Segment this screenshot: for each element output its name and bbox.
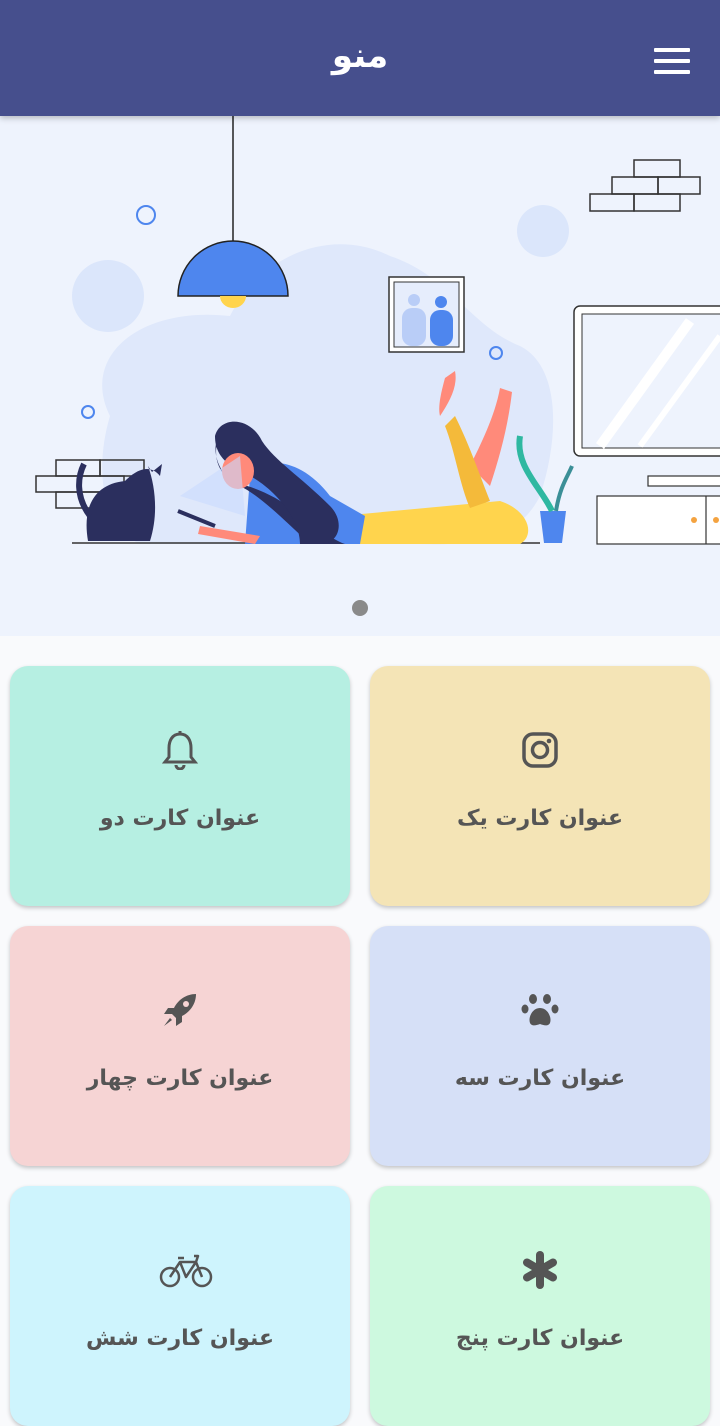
paw-icon [520,990,560,1030]
card-title: عنوان کارت چهار [86,1066,274,1091]
card-one[interactable]: عنوان کارت یک [370,666,710,906]
hero-illustration [35,116,720,545]
card-title: عنوان کارت دو [99,806,261,831]
instagram-icon [520,730,560,770]
card-title: عنوان کارت پنج [455,1326,625,1351]
card-five[interactable]: عنوان کارت پنج [370,1186,710,1426]
card-three[interactable]: عنوان کارت سه [370,926,710,1166]
page-title: منو [331,36,389,76]
card-title: عنوان کارت یک [456,806,624,831]
card-title: عنوان کارت سه [454,1066,626,1091]
asterisk-icon [520,1250,560,1290]
card-grid: عنوان کارت یک عنوان کارت دو عنوان کارت س… [0,636,720,1426]
card-title: عنوان کارت شش [86,1326,274,1351]
pager-dot[interactable] [352,600,368,616]
card-six[interactable]: عنوان کارت شش [10,1186,350,1426]
hamburger-menu-icon[interactable] [650,44,694,78]
hero-banner [0,116,720,636]
card-two[interactable]: عنوان کارت دو [10,666,350,906]
rocket-icon [160,990,200,1030]
app-bar: منو [0,0,720,116]
bell-icon [160,730,200,771]
card-four[interactable]: عنوان کارت چهار [10,926,350,1166]
bicycle-icon [158,1250,214,1290]
